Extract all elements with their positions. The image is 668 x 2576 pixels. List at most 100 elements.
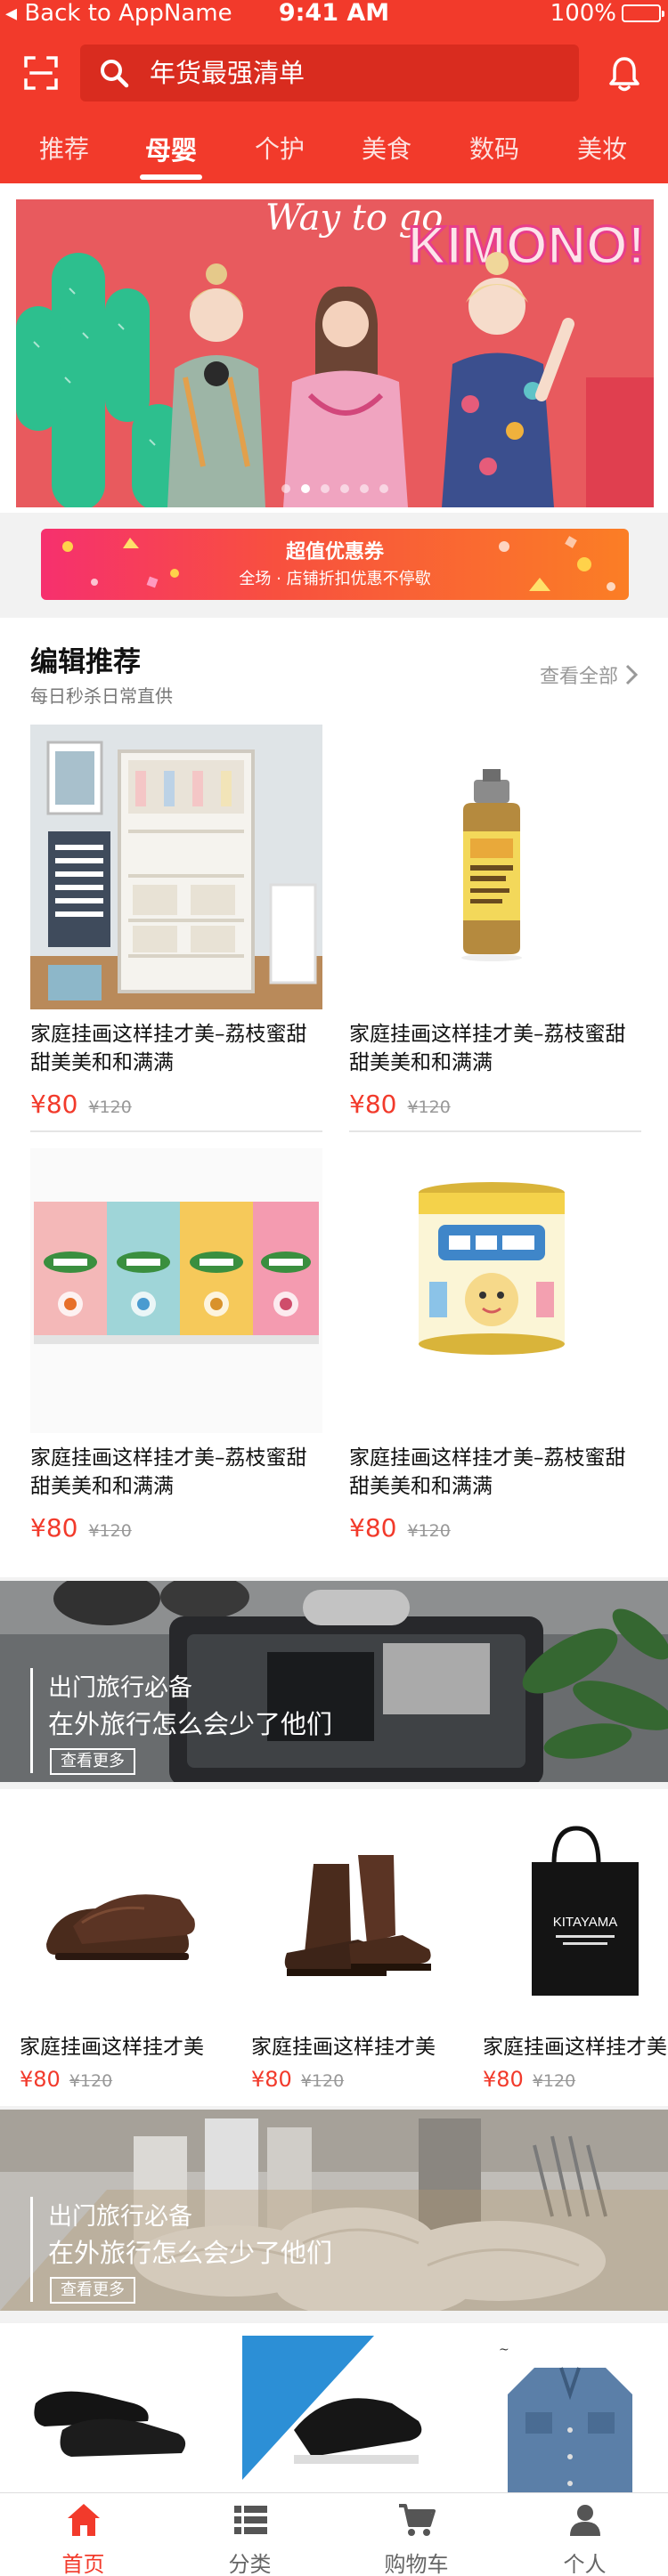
tab-category-label: 分类 [228,2552,272,2576]
tab-digital[interactable]: 数码 [469,130,519,166]
product-scroll-row: 家庭挂画这样挂才美 ¥80 ¥120 家庭挂画这样挂才美 ¥80 ¥120 KI… [0,1789,668,2106]
promo-title: 超值优惠券 [285,541,384,563]
product-price-row: ¥80 ¥120 [349,1513,641,1543]
product-price-row: ¥80 ¥120 [20,2067,242,2092]
product-image [30,725,322,1009]
category-tabs: 推荐 母婴 个护 美食 数码 美妆 [0,130,668,183]
partial-product-images: ~ [12,2336,668,2492]
editor-picks-section: 编辑推荐 每日秒杀日常直供 查看全部 家庭挂画这样挂才美–荔枝蜜甜甜美美和和满满… [0,618,668,1577]
feature-accent-bar [30,2197,33,2302]
product-old-price: ¥120 [407,1098,451,1117]
svg-text:~: ~ [499,2343,509,2357]
bell-icon[interactable] [607,55,641,93]
tab-cart[interactable]: 购物车 [333,2493,500,2576]
search-row: 年货最强清单 [0,45,668,101]
product-image [20,1810,224,2015]
product-old-price: ¥120 [407,1521,451,1541]
tab-home-label: 首页 [61,2552,105,2576]
tab-personal-care[interactable]: 个护 [255,130,305,166]
product-old-price: ¥120 [300,2071,345,2091]
product-price-row: ¥80 ¥120 [30,1090,322,1120]
product-price: ¥80 [483,2067,524,2092]
product-name: 家庭挂画这样挂才美 [20,2036,204,2059]
banner-headline-text: KIMONO! [408,215,646,275]
product-name: 家庭挂画这样挂才美–荔枝蜜甜甜美美和和满满 [349,1023,626,1074]
product-card[interactable]: 家庭挂画这样挂才美 ¥80 ¥120 [251,1810,474,2092]
battery-icon [622,4,664,22]
product-price: ¥80 [349,1090,397,1119]
tab-recommend[interactable]: 推荐 [39,130,89,166]
view-more-button[interactable]: 查看更多 [50,2277,135,2304]
banner-pagination[interactable] [16,484,654,493]
travel-feature-banner-2[interactable]: 出门旅行必备 在外旅行怎么会少了他们 查看更多 [0,2110,668,2311]
see-all-link[interactable]: 查看全部 [540,660,638,689]
user-icon [569,2505,600,2536]
search-input[interactable]: 年货最强清单 [80,45,579,101]
product-image [30,1148,322,1433]
product-card[interactable]: 家庭挂画这样挂才美–荔枝蜜甜甜美美和和满满 ¥80 ¥120 [30,1148,322,1543]
product-price: ¥80 [30,1513,78,1543]
feature-accent-bar [30,1668,33,1773]
product-price: ¥80 [349,1513,397,1543]
see-all-label: 查看全部 [539,666,618,688]
product-name: 家庭挂画这样挂才美 [483,2036,667,2059]
banner-dot[interactable] [340,484,349,493]
chevron-right-icon [625,664,638,685]
tab-home[interactable]: 首页 [0,2493,167,2576]
view-more-button[interactable]: 查看更多 [50,1748,135,1775]
coupon-banner[interactable]: 超值优惠券 全场 · 店铺折扣优惠不停歇 [41,529,629,600]
hero-banner[interactable]: Way to go KIMONO! [16,199,654,507]
home-icon [67,2504,100,2536]
feature-kicker: 出门旅行必备 [48,1674,192,1702]
banner-dot[interactable] [379,484,388,493]
section-subtitle: 每日秒杀日常直供 [30,685,173,707]
tab-food[interactable]: 美食 [362,130,411,166]
feature-headline: 在外旅行怎么会少了他们 [48,2238,333,2268]
battery-percent: 100% [550,0,616,27]
travel-feature-banner[interactable]: 出门旅行必备 在外旅行怎么会少了他们 查看更多 [0,1581,668,1782]
feature-kicker: 出门旅行必备 [48,2203,192,2231]
product-image: KITAYAMA [483,1810,668,2015]
tab-cart-label: 购物车 [384,2552,449,2576]
product-old-price: ¥120 [88,1098,132,1117]
tote-brand-label: KITAYAMA [553,1915,618,1930]
product-old-price: ¥120 [88,1521,132,1541]
banner-dot[interactable] [360,484,369,493]
product-price: ¥80 [30,1090,78,1119]
product-price: ¥80 [251,2067,292,2092]
product-name: 家庭挂画这样挂才美–荔枝蜜甜甜美美和和满满 [30,1023,307,1074]
tab-mother-baby[interactable]: 母婴 [145,130,197,167]
product-price-row: ¥80 ¥120 [30,1513,322,1543]
product-card[interactable]: 家庭挂画这样挂才美–荔枝蜜甜甜美美和和满满 ¥80 ¥120 [30,725,322,1132]
feature-headline: 在外旅行怎么会少了他们 [48,1709,333,1739]
banner-dot[interactable] [281,484,290,493]
tab-category[interactable]: 分类 [167,2493,333,2576]
tab-profile-label: 个人 [563,2552,607,2576]
tab-profile[interactable]: 个人 [501,2493,668,2576]
section-title: 编辑推荐 [30,646,141,678]
bottom-tab-bar: 首页 分类 购物车 个人 [0,2492,668,2576]
product-price-row: ¥80 ¥120 [483,2067,668,2092]
product-price-row: ¥80 ¥120 [349,1090,641,1120]
tab-beauty[interactable]: 美妆 [577,130,627,166]
product-card[interactable]: 家庭挂画这样挂才美–荔枝蜜甜甜美美和和满满 ¥80 ¥120 [349,1148,641,1543]
product-image [349,1148,641,1433]
product-card[interactable]: 家庭挂画这样挂才美–荔枝蜜甜甜美美和和满满 ¥80 ¥120 [349,725,641,1132]
search-icon [101,60,129,88]
cart-icon [398,2504,436,2536]
product-name: 家庭挂画这样挂才美–荔枝蜜甜甜美美和和满满 [30,1446,307,1498]
banner-dot[interactable] [301,484,310,493]
status-bar: ◂ Back to AppName 9:41 AM 100% [0,0,668,27]
list-icon [233,2506,267,2534]
banner-dot[interactable] [321,484,330,493]
banner-image: Way to go KIMONO! [16,199,654,507]
product-image [251,1810,456,2015]
product-card[interactable]: KITAYAMA 家庭挂画这样挂才美 ¥80 ¥120 [483,1810,668,2092]
product-old-price: ¥120 [532,2071,576,2091]
banner-section: Way to go KIMONO! [0,183,668,513]
search-placeholder: 年货最强清单 [150,58,305,88]
promo-subtitle: 全场 · 店铺折扣优惠不停歇 [239,570,431,588]
scan-icon[interactable] [23,55,59,91]
product-name: 家庭挂画这样挂才美 [251,2036,436,2059]
product-card[interactable]: 家庭挂画这样挂才美 ¥80 ¥120 [20,1810,242,2092]
